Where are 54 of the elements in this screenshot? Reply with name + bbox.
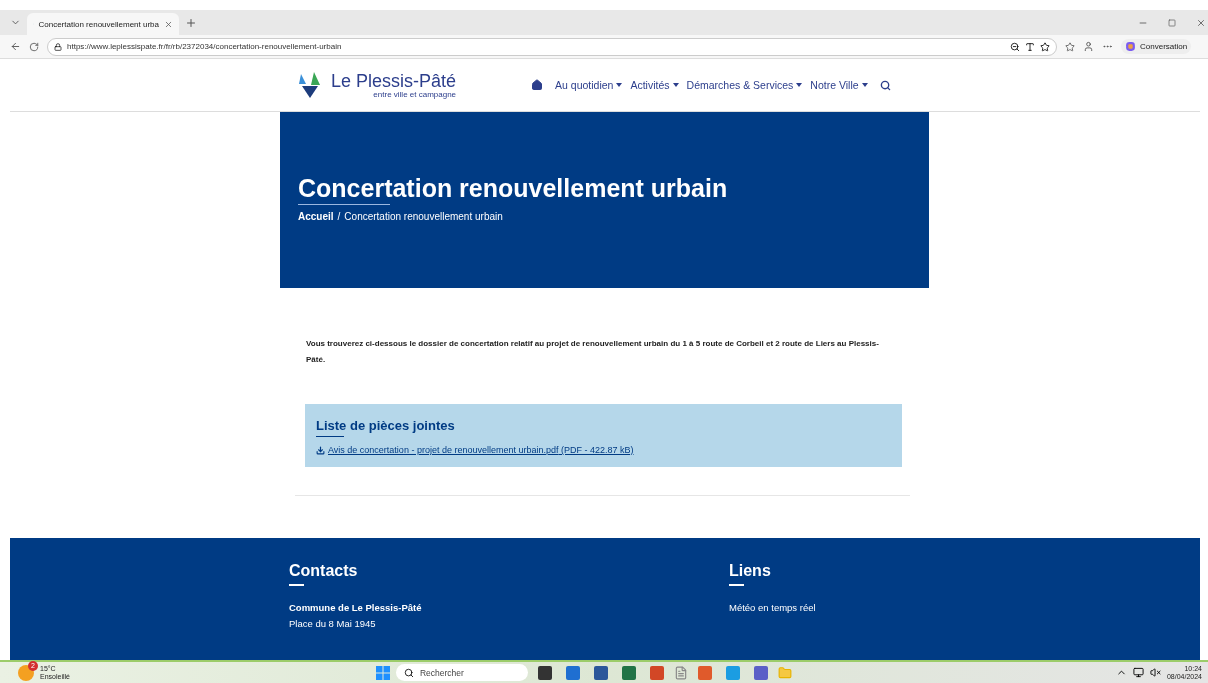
url-text: https://www.leplessispate.fr/fr/rb/2372034/concertation-renouvellement-urbain [67,42,343,51]
nav-menu-item[interactable]: Démarches & Services [686,79,803,91]
logo-emblem-icon [297,70,323,100]
favorites-icon[interactable] [1065,41,1075,52]
footer-text: Place du 8 Mai 1945 [289,617,377,631]
taskbar-search-field[interactable]: Rechercher [395,664,528,681]
copilot-button[interactable]: Conversation [1121,39,1192,54]
caret-icon [861,83,868,87]
footer-heading: Liens [729,562,772,580]
browser-tab[interactable]: Concertation renouvellement urba [27,13,179,35]
footer-text: Météo en temps réel [729,601,817,615]
logo-name: Le Plessis-Pâté [331,71,457,92]
lock-icon [54,42,62,51]
back-icon[interactable] [10,41,21,52]
caret-icon [796,83,803,87]
close-tab-icon[interactable] [164,19,173,29]
intro-paragraph: Vous trouverez ci-dessous le dossier de concertation relatif au projet de renouvellement urbain du 1 à 5 route de Corbeil et 2 route de Liers au Plessis-Pâté. [306,338,880,366]
home-icon[interactable] [531,79,544,91]
reload-icon[interactable] [29,41,39,52]
network-icon[interactable] [1132,667,1144,678]
profile-avatar-icon[interactable] [1083,41,1094,52]
taskbar-app-icon[interactable] [537,665,552,680]
nav-menu-item[interactable]: Activités [630,79,679,91]
restore-icon[interactable] [1168,18,1176,27]
nav-menu-item[interactable]: Au quotidien [555,79,623,91]
close-icon[interactable] [1196,17,1206,28]
document-icon[interactable] [673,665,688,680]
logo-tagline: entre ville et campagne [373,90,457,99]
breadcrumb-separator: / [337,211,341,222]
new-tab-icon[interactable] [185,16,197,29]
start-icon[interactable] [375,665,390,680]
attachments-title: Liste de pièces jointes [316,418,456,433]
tab-title: Concertation renouvellement urba [38,19,159,29]
nav-menu-item[interactable]: Notre Ville [810,79,868,91]
page-title: Concertation renouvellement urbain [298,174,729,203]
breadcrumb-link[interactable]: Accueil [298,211,334,222]
search-icon[interactable] [879,79,891,91]
zoom-out-icon[interactable] [1010,41,1020,52]
footer-heading: Contacts [289,562,359,580]
download-icon [316,445,325,455]
favorite-star-icon[interactable] [1040,41,1050,52]
footer-text: Commune de Le Plessis-Pâté [289,601,423,615]
volume-muted-icon[interactable] [1149,667,1161,678]
caret-icon [672,83,679,87]
copilot-label: Conversation [1140,42,1188,51]
attachment-link[interactable]: Avis de concertation - projet de renouvellement urbain.pdf (PDF - 422.87 kB) [316,445,891,455]
taskbar-app-icon[interactable] [593,665,608,680]
breadcrumb-current: Concertation renouvellement urbain [344,211,503,222]
address-bar[interactable]: https://www.leplessispate.fr/fr/rb/2372034/concertation-renouvellement-urbain [47,37,1057,56]
caret-icon [616,83,623,87]
search-icon [403,667,414,678]
site-logo[interactable]: Le Plessis-Pâté entre ville et campagne [297,70,457,100]
taskbar-app-icon[interactable] [753,665,768,680]
taskbar-app-icon[interactable] [621,665,636,680]
